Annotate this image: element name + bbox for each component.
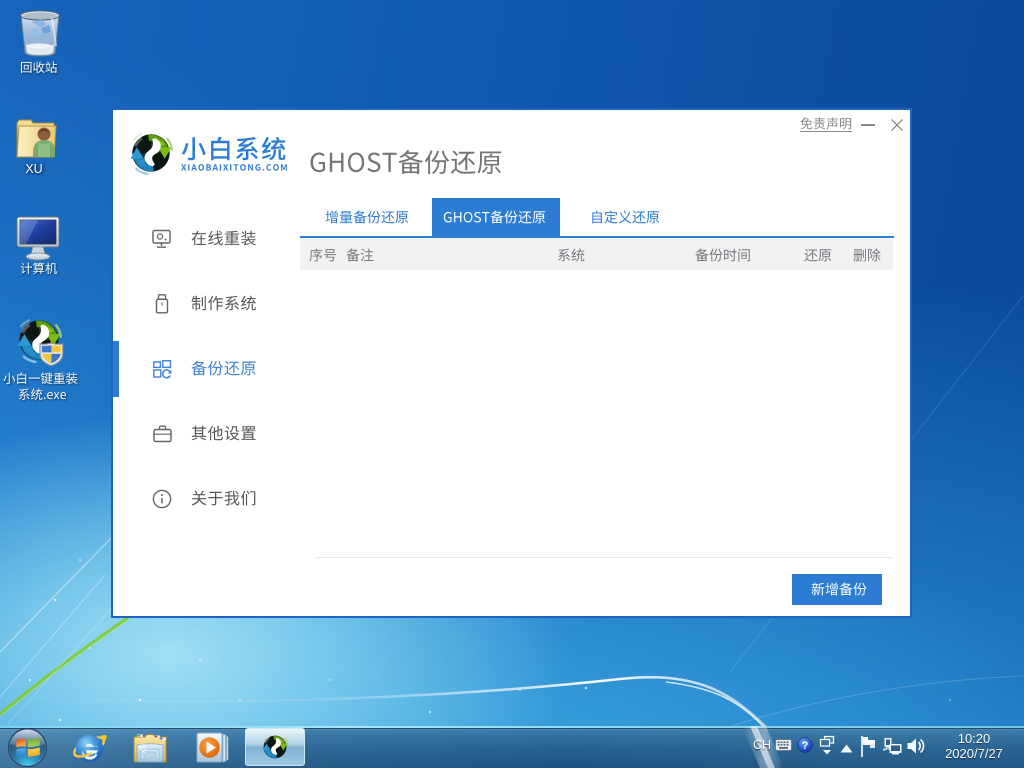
svg-text:?: ?: [802, 740, 809, 752]
